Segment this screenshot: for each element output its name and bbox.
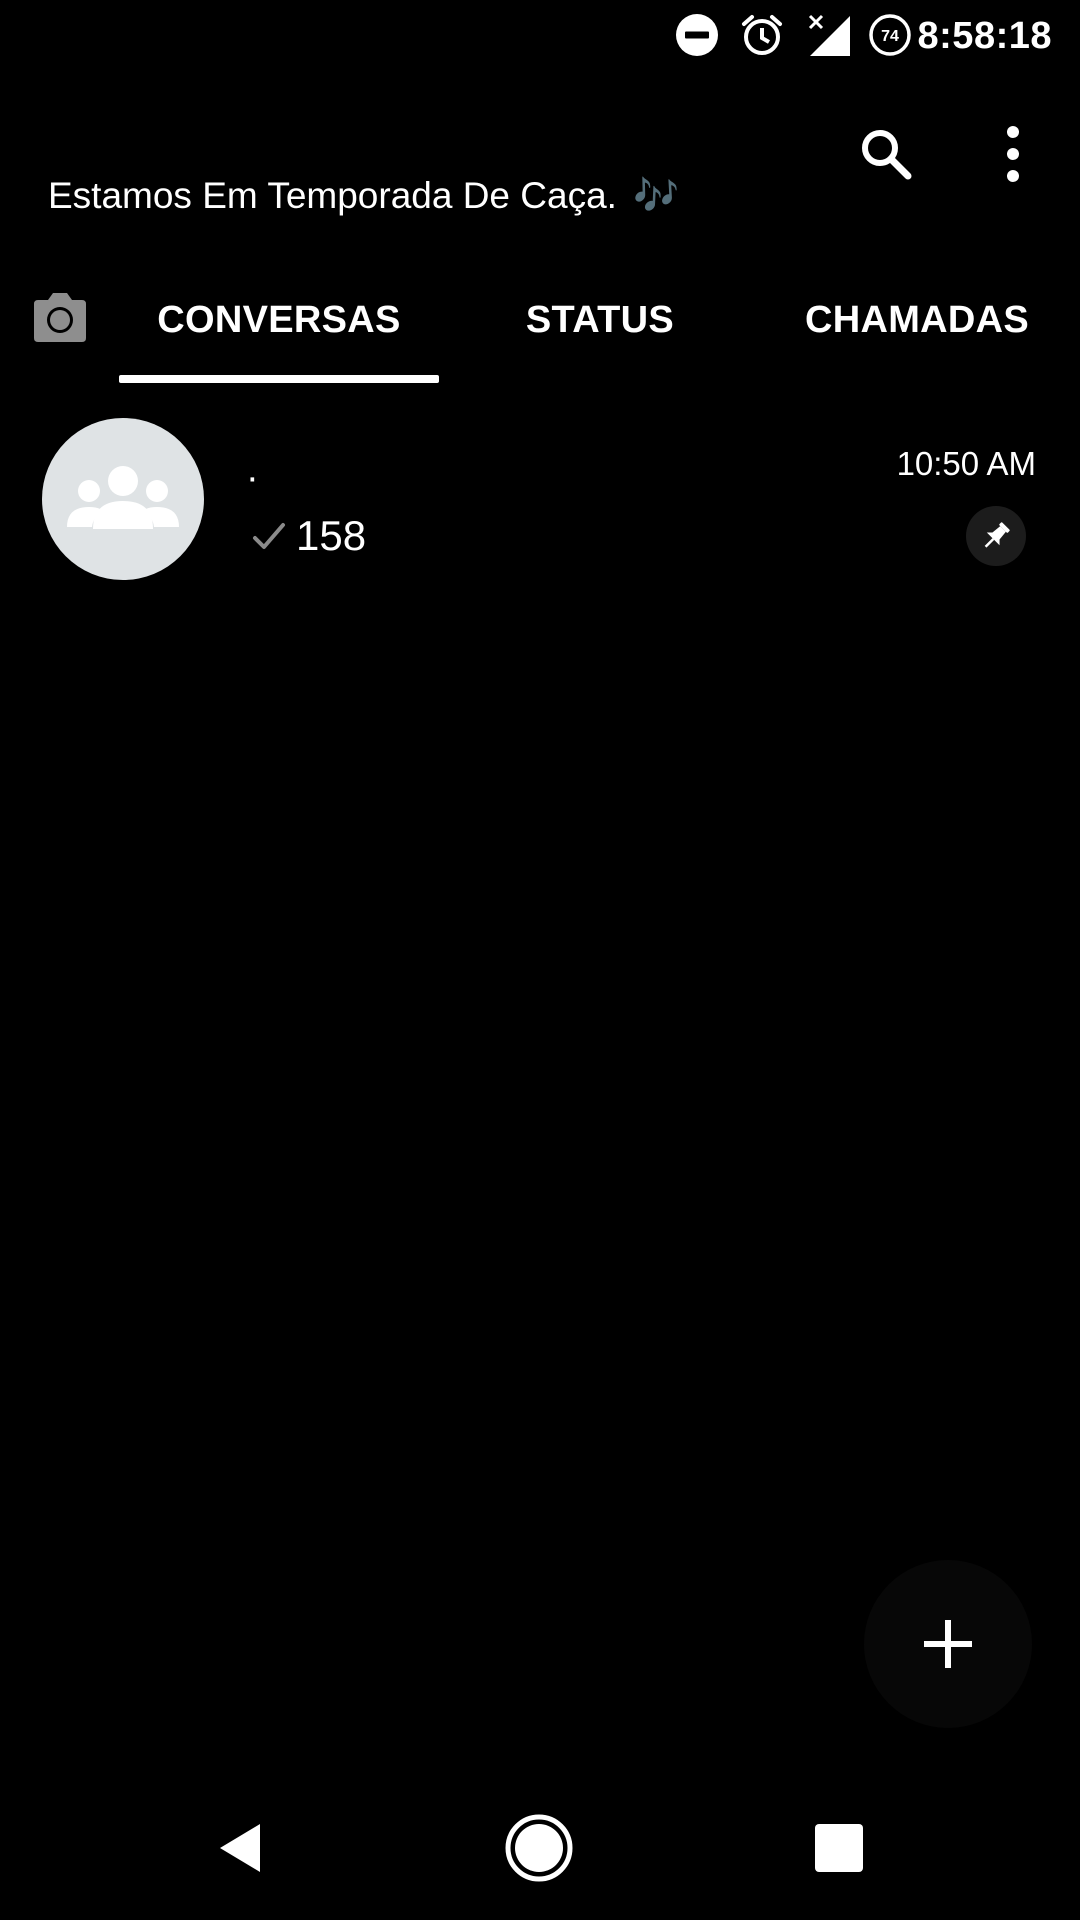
camera-icon xyxy=(34,293,86,342)
tab-selected-indicator xyxy=(119,375,439,383)
do-not-disturb-icon xyxy=(674,12,720,58)
more-options-icon xyxy=(1007,126,1019,182)
page-title-text: Estamos Em Temporada De Caça. xyxy=(48,175,617,216)
recents-icon xyxy=(815,1824,863,1872)
more-options-button[interactable] xyxy=(977,118,1049,190)
chat-preview: 158 xyxy=(252,508,366,564)
plus-icon xyxy=(924,1620,972,1668)
search-button[interactable] xyxy=(850,118,922,190)
back-icon xyxy=(220,1824,260,1872)
camera-tab[interactable] xyxy=(28,286,92,350)
system-nav-bar xyxy=(0,1776,1080,1920)
tab-bar: CONVERSAS STATUS CHAMADAS xyxy=(0,266,1080,384)
recents-button[interactable] xyxy=(797,1806,881,1890)
avatar[interactable] xyxy=(42,418,204,580)
pinned-badge xyxy=(966,506,1026,566)
chat-list-item[interactable]: · 10:50 AM 158 xyxy=(0,410,1080,590)
new-chat-fab[interactable] xyxy=(864,1560,1032,1728)
tab-conversas[interactable]: CONVERSAS xyxy=(119,290,439,350)
battery-level-text: 74 xyxy=(881,28,899,45)
chat-name: · xyxy=(246,457,259,499)
home-button[interactable] xyxy=(497,1806,581,1890)
alarm-icon xyxy=(739,12,785,58)
back-button[interactable] xyxy=(198,1806,282,1890)
tab-status[interactable]: STATUS xyxy=(480,290,720,350)
chat-timestamp: 10:50 AM xyxy=(896,445,1036,482)
page-title: Estamos Em Temporada De Caça. 🎶 xyxy=(48,172,679,220)
music-notes-emoji: 🎶 xyxy=(633,175,680,216)
search-icon xyxy=(862,130,912,180)
single-check-icon xyxy=(253,523,285,549)
group-avatar-icon xyxy=(67,466,179,529)
no-signal-icon xyxy=(806,12,852,58)
status-time: 8:58:18 xyxy=(917,15,1052,57)
chat-preview-text: 158 xyxy=(296,512,367,559)
status-bar: 74 8:58:18 xyxy=(0,0,1080,72)
home-icon xyxy=(505,1814,573,1882)
pin-icon xyxy=(984,522,1010,548)
tab-chamadas[interactable]: CHAMADAS xyxy=(782,290,1052,350)
battery-saver-icon: 74 xyxy=(867,12,913,58)
